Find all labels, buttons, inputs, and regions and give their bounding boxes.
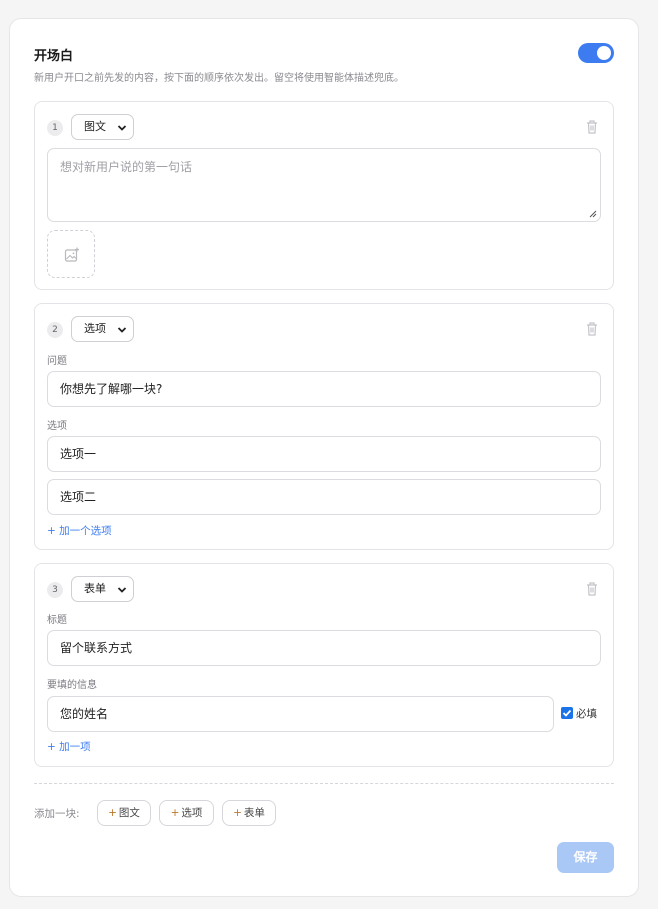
- plus-icon: +: [108, 807, 117, 819]
- block-number: 1: [47, 120, 63, 136]
- plus-icon: +: [233, 807, 242, 819]
- block-type-value: 表单: [84, 582, 106, 595]
- block-number: 3: [47, 582, 63, 598]
- add-image-text-button[interactable]: + 图文: [97, 800, 151, 826]
- first-message-input[interactable]: 想对新用户说的第一句话: [47, 148, 601, 222]
- question-label: 问题: [47, 356, 67, 367]
- add-image-icon: [64, 247, 79, 262]
- trash-icon[interactable]: [585, 119, 599, 135]
- chevron-down-icon: [117, 125, 127, 131]
- page-description: 新用户开口之前先发的内容，按下面的顺序依次发出。留空将使用智能体描述兜底。: [34, 73, 404, 84]
- chevron-down-icon: [117, 327, 127, 333]
- options-label: 选项: [47, 421, 67, 432]
- option-input[interactable]: 选项二: [47, 479, 601, 515]
- form-title-label: 标题: [47, 615, 67, 626]
- block-form: 3 表单 标题 留个联系方式 要填的信息 您的姓名 必填 + 加一项: [34, 563, 614, 767]
- plus-icon: +: [170, 807, 180, 819]
- trash-icon[interactable]: [585, 581, 599, 597]
- fields-label: 要填的信息: [47, 680, 97, 691]
- page-title: 开场白: [34, 49, 74, 64]
- trash-icon[interactable]: [585, 321, 599, 337]
- enable-toggle[interactable]: [578, 43, 614, 63]
- block-type-select[interactable]: 图文: [71, 114, 134, 140]
- add-button-label: 选项: [181, 807, 203, 819]
- block-type-select[interactable]: 表单: [71, 576, 134, 602]
- block-type-value: 图文: [84, 120, 106, 133]
- add-options-button[interactable]: + 选项: [159, 800, 214, 826]
- block-number: 2: [47, 322, 63, 338]
- form-title-input[interactable]: 留个联系方式: [47, 630, 601, 666]
- option-input[interactable]: 选项一: [47, 436, 601, 472]
- image-upload-button[interactable]: [47, 230, 95, 278]
- add-option-link[interactable]: + 加一个选项: [47, 523, 112, 538]
- resize-handle-icon[interactable]: [589, 210, 597, 218]
- add-field-link[interactable]: + 加一项: [47, 739, 91, 754]
- add-block-label: 添加一块:: [34, 808, 80, 820]
- opening-settings-card: 开场白 新用户开口之前先发的内容，按下面的顺序依次发出。留空将使用智能体描述兜底…: [9, 18, 639, 897]
- toggle-knob: [597, 46, 611, 60]
- add-button-label: 表单: [243, 807, 265, 819]
- required-checkbox[interactable]: 必填: [561, 706, 597, 721]
- add-button-label: 图文: [118, 807, 140, 819]
- first-message-placeholder: 想对新用户说的第一句话: [60, 160, 193, 174]
- block-options: 2 选项 问题 你想先了解哪一块? 选项 选项一 选项二 + 加一个选项: [34, 303, 614, 550]
- checkbox-checked-icon: [561, 707, 573, 719]
- chevron-down-icon: [117, 587, 127, 593]
- block-image-text: 1 图文 想对新用户说的第一句话: [34, 101, 614, 290]
- question-input[interactable]: 你想先了解哪一块?: [47, 371, 601, 407]
- block-type-value: 选项: [84, 322, 106, 335]
- divider: [34, 783, 614, 784]
- block-type-select[interactable]: 选项: [71, 316, 134, 342]
- field-input[interactable]: 您的姓名: [47, 696, 554, 732]
- add-form-button[interactable]: + 表单: [222, 800, 276, 826]
- save-button[interactable]: 保存: [557, 842, 614, 873]
- required-label: 必填: [576, 708, 597, 720]
